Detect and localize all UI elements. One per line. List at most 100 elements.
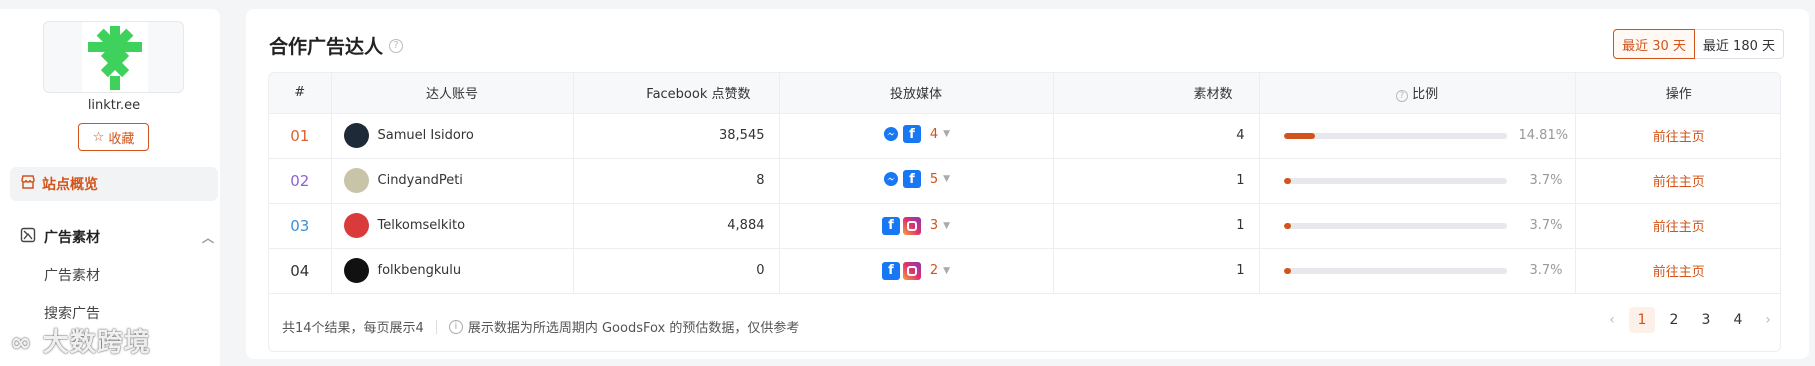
table-row: 02 CindyandPeti 8 f 5 ▼ 1 3.7% 前往主页 bbox=[269, 158, 1780, 204]
next-page-icon[interactable]: › bbox=[1757, 312, 1779, 328]
media-count: 3 bbox=[929, 218, 939, 233]
data-disclaimer: 展示数据为所选周期内 GoodsFox 的预估数据，仅供参考 bbox=[467, 321, 800, 336]
column-header-action: 操作 bbox=[1575, 73, 1780, 114]
period-toggle: 最近 30 天 最近 180 天 bbox=[1613, 29, 1784, 59]
media-cell[interactable]: f 3 ▼ bbox=[779, 203, 1054, 249]
site-logo-card bbox=[43, 21, 184, 93]
media-count: 2 bbox=[929, 263, 939, 278]
page-2-button[interactable]: 2 bbox=[1661, 307, 1687, 333]
sidebar-item-overview[interactable]: 站点概览 bbox=[10, 167, 218, 201]
linktree-logo-icon bbox=[82, 22, 148, 92]
account-name[interactable]: folkbengkulu bbox=[378, 263, 462, 278]
result-summary: 共14个结果，每页展示4 bbox=[282, 321, 424, 336]
account-name[interactable]: Telkomselkito bbox=[378, 218, 466, 233]
sidebar-item-search-ads[interactable]: 搜索广告 bbox=[44, 303, 100, 323]
facebook-icon: f bbox=[902, 170, 921, 188]
avatar bbox=[343, 168, 369, 193]
ratio-cell: 3.7% bbox=[1259, 248, 1576, 294]
ratio-bar-fill bbox=[1283, 177, 1292, 184]
ratio-bar bbox=[1283, 267, 1507, 274]
help-icon[interactable]: ? bbox=[1395, 90, 1408, 103]
facebook-likes: 0 bbox=[573, 248, 780, 294]
instagram-icon bbox=[902, 216, 921, 235]
column-header-account: 达人账号 bbox=[331, 73, 574, 114]
ratio-bar-fill bbox=[1283, 132, 1315, 139]
row-index: 03 bbox=[269, 203, 332, 249]
page-title: 合作广告达人 bbox=[269, 36, 384, 58]
sidebar-item-label: 站点概览 bbox=[42, 177, 98, 193]
influencer-table: # 达人账号 Facebook 点赞数 投放媒体 素材数 ? 比例 操作 01 S… bbox=[268, 72, 1781, 352]
account-cell[interactable]: folkbengkulu bbox=[331, 248, 574, 294]
ratio-percent: 14.81% bbox=[1518, 128, 1569, 143]
ratio-cell: 14.81% bbox=[1259, 113, 1576, 159]
account-name[interactable]: CindyandPeti bbox=[378, 173, 463, 188]
ratio-percent: 3.7% bbox=[1529, 173, 1563, 188]
go-to-homepage-link[interactable]: 前往主页 bbox=[1575, 248, 1780, 294]
media-cell[interactable]: f 2 ▼ bbox=[779, 248, 1054, 294]
facebook-icon: f bbox=[881, 261, 900, 280]
row-index: 02 bbox=[269, 158, 332, 204]
material-count: 1 bbox=[1053, 158, 1260, 204]
period-180-days-button[interactable]: 最近 180 天 bbox=[1694, 29, 1784, 59]
star-icon: ☆ bbox=[92, 129, 105, 145]
go-to-homepage-link[interactable]: 前往主页 bbox=[1575, 113, 1780, 159]
divider bbox=[435, 319, 437, 334]
media-cell[interactable]: f 5 ▼ bbox=[779, 158, 1054, 204]
account-name[interactable]: Samuel Isidoro bbox=[378, 128, 474, 143]
account-cell[interactable]: CindyandPeti bbox=[331, 158, 574, 204]
column-header-materials: 素材数 bbox=[1053, 73, 1260, 114]
sidebar-group-label: 广告素材 bbox=[44, 230, 100, 246]
table-row: 01 Samuel Isidoro 38,545 f 4 ▼ 4 14.81% 前往主页 bbox=[269, 113, 1780, 159]
ratio-bar-fill bbox=[1283, 222, 1292, 229]
store-icon bbox=[20, 174, 36, 194]
ratio-percent: 3.7% bbox=[1529, 218, 1563, 233]
sidebar-item-ad-materials[interactable]: 广告素材 bbox=[44, 265, 100, 285]
avatar bbox=[343, 123, 369, 148]
sidebar-group-ad-materials[interactable]: 广告素材 ︿ bbox=[20, 225, 216, 249]
prev-page-icon[interactable]: ‹ bbox=[1601, 312, 1623, 328]
media-count: 5 bbox=[929, 171, 939, 187]
page-1-button[interactable]: 1 bbox=[1629, 307, 1655, 333]
column-header-index: # bbox=[269, 73, 332, 114]
row-index: 04 bbox=[269, 248, 332, 294]
help-icon[interactable]: ? bbox=[389, 38, 404, 53]
period-30-days-button[interactable]: 最近 30 天 bbox=[1613, 29, 1695, 59]
table-row: 04 folkbengkulu 0 f 2 ▼ 1 3.7% 前往主页 bbox=[269, 248, 1780, 294]
ratio-bar-fill bbox=[1283, 267, 1292, 274]
go-to-homepage-link[interactable]: 前往主页 bbox=[1575, 203, 1780, 249]
caret-down-icon: ▼ bbox=[943, 129, 951, 139]
instagram-icon bbox=[902, 261, 921, 280]
favorite-label: 收藏 bbox=[108, 131, 135, 147]
ad-material-icon bbox=[20, 227, 36, 247]
material-count: 1 bbox=[1053, 248, 1260, 294]
ratio-percent: 3.7% bbox=[1529, 263, 1563, 278]
caret-down-icon: ▼ bbox=[943, 265, 951, 276]
info-icon: i bbox=[448, 319, 463, 334]
media-cell[interactable]: f 4 ▼ bbox=[779, 113, 1054, 159]
ratio-bar bbox=[1283, 132, 1507, 139]
go-to-homepage-link[interactable]: 前往主页 bbox=[1575, 158, 1780, 204]
favorite-button[interactable]: ☆ 收藏 bbox=[78, 123, 149, 151]
ratio-cell: 3.7% bbox=[1259, 203, 1576, 249]
page-4-button[interactable]: 4 bbox=[1725, 307, 1751, 333]
facebook-icon: f bbox=[902, 125, 921, 143]
pagination: ‹ 1 2 3 4 › bbox=[1601, 307, 1779, 333]
media-count: 4 bbox=[929, 126, 939, 142]
material-count: 1 bbox=[1053, 203, 1260, 249]
caret-down-icon: ▼ bbox=[943, 220, 951, 231]
facebook-likes: 38,545 bbox=[573, 113, 780, 159]
page-3-button[interactable]: 3 bbox=[1693, 307, 1719, 333]
row-index: 01 bbox=[269, 113, 332, 159]
table-header-row: # 达人账号 Facebook 点赞数 投放媒体 素材数 ? 比例 操作 bbox=[269, 73, 1780, 114]
site-name: linktr.ee bbox=[87, 98, 141, 113]
main-card: 合作广告达人 ? 最近 30 天 最近 180 天 # 达人账号 Faceboo… bbox=[246, 9, 1809, 359]
watermark-logo: ∞ 大数跨境 bbox=[10, 328, 151, 358]
table-footer: 共14个结果，每页展示4 i 展示数据为所选周期内 GoodsFox 的预估数据… bbox=[282, 317, 799, 336]
account-cell[interactable]: Samuel Isidoro bbox=[331, 113, 574, 159]
ratio-header-label: 比例 bbox=[1412, 87, 1439, 103]
account-cell[interactable]: Telkomselkito bbox=[331, 203, 574, 249]
column-header-ratio: ? 比例 bbox=[1259, 73, 1576, 114]
caret-down-icon: ▼ bbox=[943, 174, 951, 184]
ratio-bar bbox=[1283, 222, 1507, 229]
ratio-bar bbox=[1283, 177, 1507, 184]
